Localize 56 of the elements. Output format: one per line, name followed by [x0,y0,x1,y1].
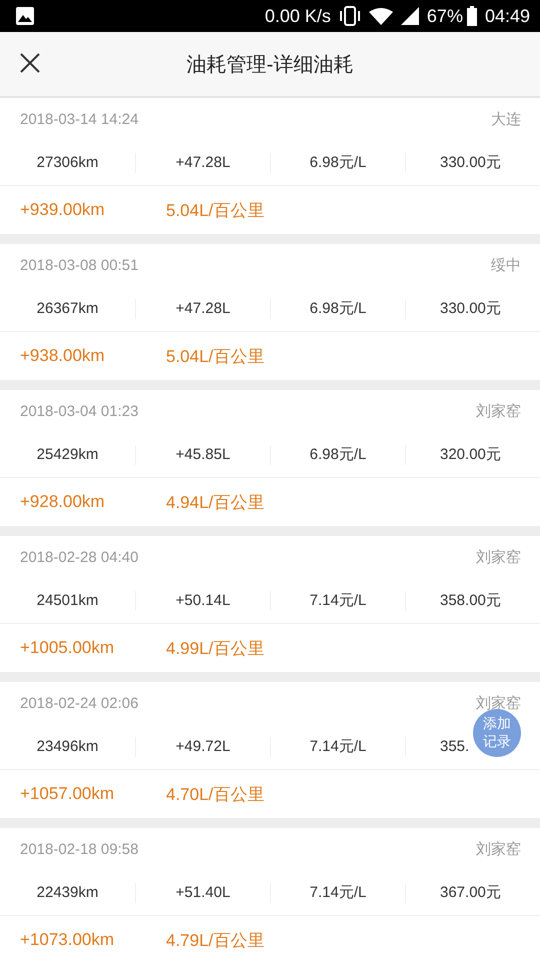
station-place: 刘家窑 [476,840,521,859]
fuel-amount: 330.00元 [405,153,540,173]
fuel-volume: +49.72L [135,737,270,757]
signal-icon [400,7,419,25]
battery-icon [466,6,477,26]
record-date: 2018-03-14 14:24 [20,111,138,128]
battery-percent: 67% [426,6,463,26]
fuel-amount: 367.00元 [405,883,540,903]
fuel-price: 6.98元/L [270,299,405,319]
consumption-value: 5.04L/百公里 [166,346,264,368]
fuel-volume: +51.40L [135,883,270,903]
consumption-value: 4.99L/百公里 [166,638,264,660]
network-speed: 0.00 K/s [264,6,331,26]
record-date: 2018-02-24 02:06 [20,695,138,712]
page-title: 油耗管理-详细油耗 [186,52,354,78]
station-place: 绥中 [491,256,521,275]
odometer-value: 26367km [36,299,100,319]
fuel-price: 7.14元/L [270,737,405,757]
fuel-amount: 330.00元 [405,299,540,319]
station-place: 刘家窑 [476,402,521,421]
consumption-value: 5.04L/百公里 [166,200,264,222]
distance-value: +1073.00km [20,930,116,950]
record-date: 2018-02-28 04:40 [20,549,138,566]
consumption-value: 4.70L/百公里 [166,784,264,806]
record-date: 2018-02-18 09:58 [20,841,138,858]
record-date: 2018-03-08 00:51 [20,257,138,274]
distance-value: +938.00km [20,346,106,366]
fuel-price: 7.14元/L [270,883,405,903]
station-place: 刘家窑 [476,548,521,567]
odometer-value: 25429km [36,445,100,465]
fuel-amount: 320.00元 [405,445,540,465]
odometer-value: 23496km [36,737,100,757]
consumption-value: 4.94L/百公里 [166,492,264,514]
fuel-volume: +47.28L [135,299,270,319]
fuel-price: 6.98元/L [270,445,405,465]
record-date: 2018-03-04 01:23 [20,403,138,420]
fuel-volume: +45.85L [135,445,270,465]
fuel-price: 6.98元/L [270,153,405,173]
vibrate-icon [338,6,361,26]
station-place: 大连 [491,110,521,129]
fuel-price: 7.14元/L [270,591,405,611]
fuel-volume: +50.14L [135,591,270,611]
odometer-value: 27306km [36,153,100,173]
distance-value: +1005.00km [20,638,116,658]
fuel-amount: 358.00元 [405,591,540,611]
wifi-icon [368,7,393,25]
distance-value: +1057.00km [20,784,116,804]
consumption-value: 4.79L/百公里 [166,930,264,952]
fuel-volume: +47.28L [135,153,270,173]
clock: 04:49 [484,6,530,26]
odometer-value: 22439km [36,883,100,903]
close-icon [19,52,41,74]
distance-value: +928.00km [20,492,106,512]
distance-value: +939.00km [20,200,106,220]
odometer-value: 24501km [36,591,100,611]
image-icon [16,7,34,25]
